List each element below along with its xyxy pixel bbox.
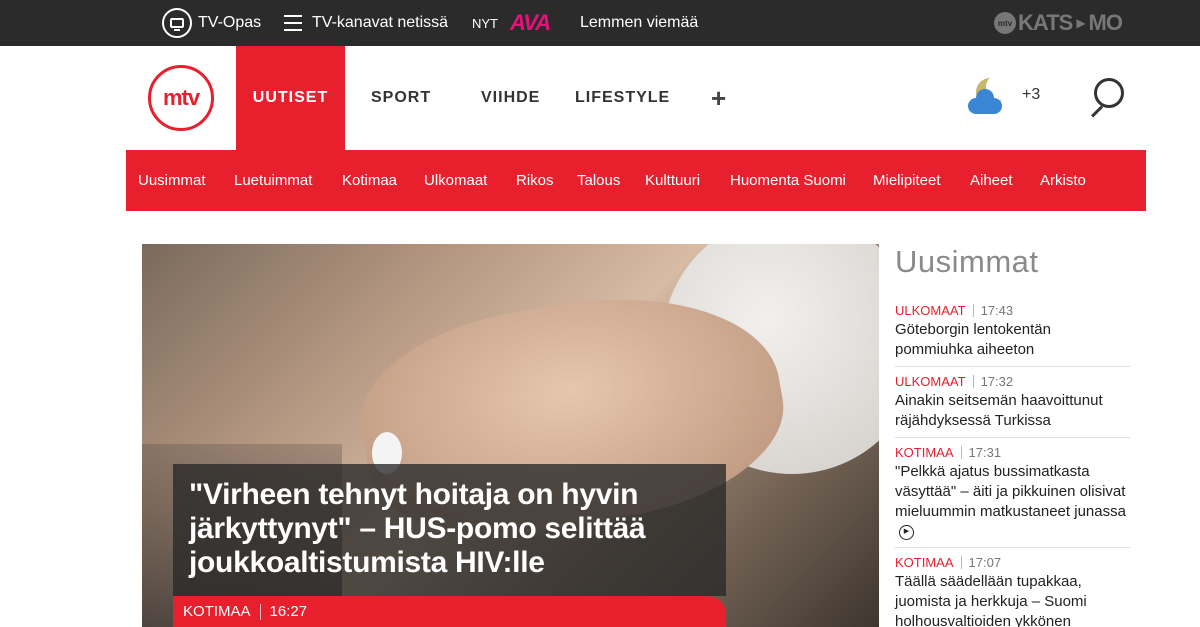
now-label: NYT	[472, 15, 498, 31]
subnav-arkisto[interactable]: Arkisto	[1040, 150, 1086, 211]
news-headline[interactable]: Täällä säädellään tupakkaa, juomista ja …	[895, 572, 1130, 627]
katsomo-text-left: KATS	[1018, 10, 1073, 35]
mtv-logo[interactable]: mtv	[148, 65, 214, 131]
news-item[interactable]: ULKOMAAT 17:32 Ainakin seitsemän haavoitt…	[895, 374, 1130, 438]
subnav-huomenta-suomi[interactable]: Huomenta Suomi	[730, 150, 846, 211]
subnav-luetuimmat[interactable]: Luetuimmat	[234, 150, 312, 211]
hero-category[interactable]: KOTIMAA	[183, 603, 251, 620]
news-item[interactable]: KOTIMAA 17:07 Täällä säädellään tupakkaa,…	[895, 555, 1130, 627]
meta-divider	[259, 603, 261, 620]
subnav-ulkomaat[interactable]: Ulkomaat	[424, 150, 487, 211]
nav-tab-sport[interactable]: SPORT	[371, 46, 431, 150]
news-category[interactable]: ULKOMAAT	[895, 303, 966, 318]
news-time: 17:43	[980, 303, 1014, 318]
news-headline[interactable]: Göteborgin lentokentän pommiuhka aiheeto…	[895, 320, 1130, 360]
nav-tab-lifestyle[interactable]: LIFESTYLE	[575, 46, 670, 150]
subnav-talous[interactable]: Talous	[577, 150, 620, 211]
section-subnav: Uusimmat Luetuimmat Kotimaa Ulkomaat Rik…	[126, 150, 1146, 211]
tv-guide-link[interactable]: TV-Opas	[162, 0, 261, 46]
hero-headline[interactable]: "Virheen tehnyt hoitaja on hyvin järkytt…	[189, 478, 710, 580]
news-category[interactable]: KOTIMAA	[895, 445, 954, 460]
play-icon: ▶	[1076, 16, 1085, 30]
nav-tab-uutiset[interactable]: UUTISET	[236, 46, 345, 150]
now-program-title: Lemmen viemää	[580, 14, 699, 31]
news-item[interactable]: ULKOMAAT 17:43 Göteborgin lentokentän pom…	[895, 303, 1130, 367]
main-header: mtv UUTISET SPORT VIIHDE LIFESTYLE + +3	[0, 46, 1200, 150]
search-icon[interactable]	[1088, 78, 1126, 118]
news-time: 17:07	[968, 555, 1002, 570]
news-time: 17:32	[980, 374, 1014, 389]
weather-icon[interactable]	[966, 74, 1012, 120]
nav-more-button[interactable]: +	[711, 46, 727, 150]
weather-temperature[interactable]: +3	[1022, 86, 1040, 104]
katsomo-text-right: MO	[1088, 10, 1123, 35]
news-category[interactable]: ULKOMAAT	[895, 374, 966, 389]
subnav-mielipiteet[interactable]: Mielipiteet	[873, 150, 941, 211]
katsomo-badge: mtv	[994, 12, 1017, 34]
top-bar: TV-Opas TV-kanavat netissä NYT AVA Lemme…	[0, 0, 1200, 46]
hero-meta: KOTIMAA 16:27	[173, 596, 726, 627]
hero-time: 16:27	[269, 603, 308, 620]
latest-news-title[interactable]: Uusimmat	[895, 244, 1039, 280]
tv-channels-link[interactable]: TV-kanavat netissä	[284, 0, 448, 46]
news-item[interactable]: KOTIMAA 17:31 "Pelkkä ajatus bussimatkast…	[895, 445, 1130, 548]
subnav-kotimaa[interactable]: Kotimaa	[342, 150, 397, 211]
tv-icon	[162, 8, 192, 38]
menu-icon	[284, 15, 302, 31]
news-headline[interactable]: "Pelkkä ajatus bussimatkasta väsyttää" –…	[895, 463, 1126, 520]
ava-channel-logo: AVA	[510, 10, 551, 35]
katsomo-logo[interactable]: mtv KATS ▶ MO	[994, 0, 1123, 46]
now-playing[interactable]: NYT AVA	[472, 0, 551, 46]
news-time: 17:31	[968, 445, 1002, 460]
hero-headline-box[interactable]: "Virheen tehnyt hoitaja on hyvin järkytt…	[173, 464, 726, 596]
video-play-icon[interactable]: ▶	[899, 524, 914, 540]
tv-guide-label: TV-Opas	[198, 14, 262, 31]
subnav-aiheet[interactable]: Aiheet	[970, 150, 1013, 211]
subnav-rikos[interactable]: Rikos	[516, 150, 554, 211]
now-program-link[interactable]: Lemmen viemää	[580, 0, 698, 46]
subnav-uusimmat[interactable]: Uusimmat	[138, 150, 206, 211]
news-category[interactable]: KOTIMAA	[895, 555, 954, 570]
tv-channels-label: TV-kanavat netissä	[312, 14, 449, 31]
subnav-kulttuuri[interactable]: Kulttuuri	[645, 150, 700, 211]
nav-tab-viihde[interactable]: VIIHDE	[481, 46, 540, 150]
news-headline[interactable]: Ainakin seitsemän haavoittunut räjähdyks…	[895, 391, 1130, 431]
